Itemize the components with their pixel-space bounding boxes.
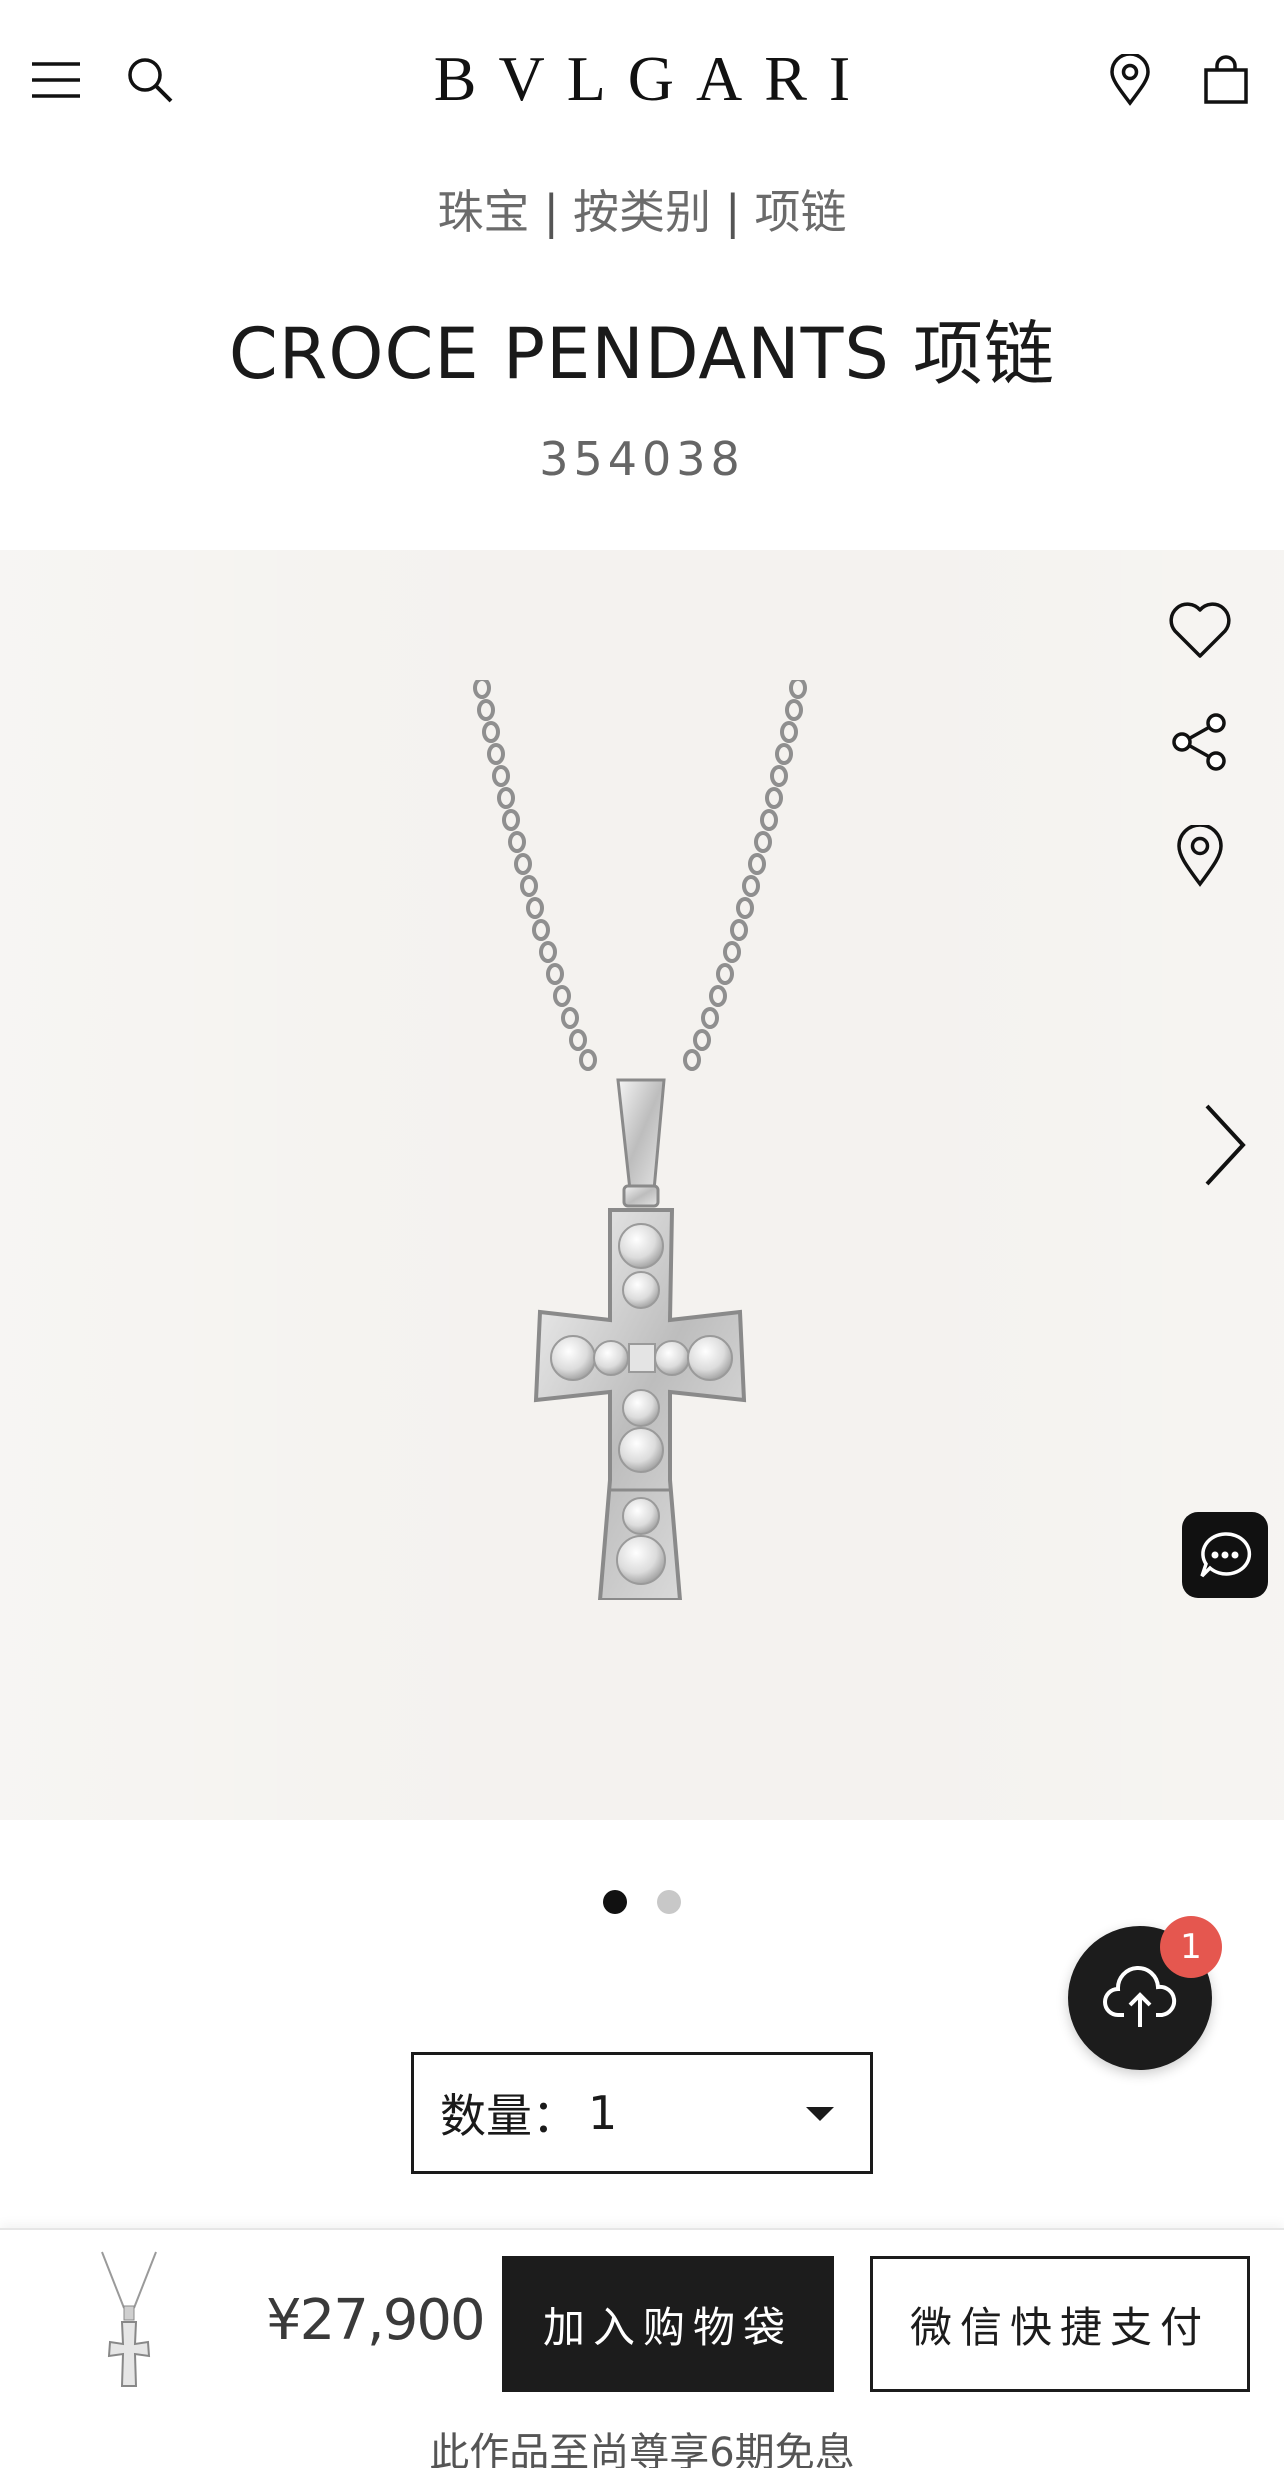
chat-bubble-icon[interactable] (1182, 1512, 1268, 1598)
product-price: ¥27,900 (266, 2288, 486, 2353)
chevron-right-icon[interactable] (1190, 1090, 1260, 1200)
notification-badge: 1 (1160, 1916, 1222, 1978)
breadcrumb-separator: | (543, 185, 560, 239)
sticky-purchase-bar: ¥27,900 加入购物袋 微信快捷支付 此作品至尚尊享6期免息 (0, 2228, 1284, 2468)
quantity-label: 数量： (440, 2089, 578, 2143)
breadcrumb-item-necklaces[interactable]: 项链 (755, 185, 847, 239)
quantity-value: 1 (588, 2086, 618, 2140)
product-gallery[interactable] (0, 550, 1284, 1820)
installment-note: 此作品至尚尊享6期免息 (429, 2430, 855, 2468)
share-icon[interactable] (1160, 702, 1240, 782)
product-thumbnail (101, 2251, 157, 2387)
carousel-indicator (0, 1890, 1284, 1914)
carousel-dot-1[interactable] (603, 1890, 627, 1914)
location-icon[interactable] (1100, 50, 1160, 110)
brand-logo[interactable]: BVLGARI (0, 42, 1284, 116)
product-title: CROCE PENDANTS 项链 (228, 313, 1056, 395)
location-pin-icon[interactable] (1160, 816, 1240, 896)
cloud-upload-icon (1103, 1965, 1177, 2027)
product-image (473, 680, 807, 1600)
add-to-bag-button[interactable]: 加入购物袋 (502, 2256, 834, 2392)
caret-down-icon (806, 2107, 834, 2121)
shopping-bag-icon[interactable] (1196, 50, 1256, 110)
product-sku: 354038 (539, 432, 745, 486)
breadcrumb: 珠宝 | 按类别 | 项链 (0, 176, 1284, 242)
breadcrumb-separator: | (725, 185, 741, 239)
wishlist-heart-icon[interactable] (1160, 590, 1240, 670)
wechat-pay-button[interactable]: 微信快捷支付 (870, 2256, 1250, 2392)
quantity-select[interactable]: 数量： 1 (411, 2052, 873, 2174)
carousel-dot-2[interactable] (657, 1890, 681, 1914)
breadcrumb-item-jewelry[interactable]: 珠宝 (438, 185, 530, 239)
top-header: BVLGARI (0, 0, 1284, 160)
breadcrumb-item-category[interactable]: 按类别 (573, 185, 711, 239)
